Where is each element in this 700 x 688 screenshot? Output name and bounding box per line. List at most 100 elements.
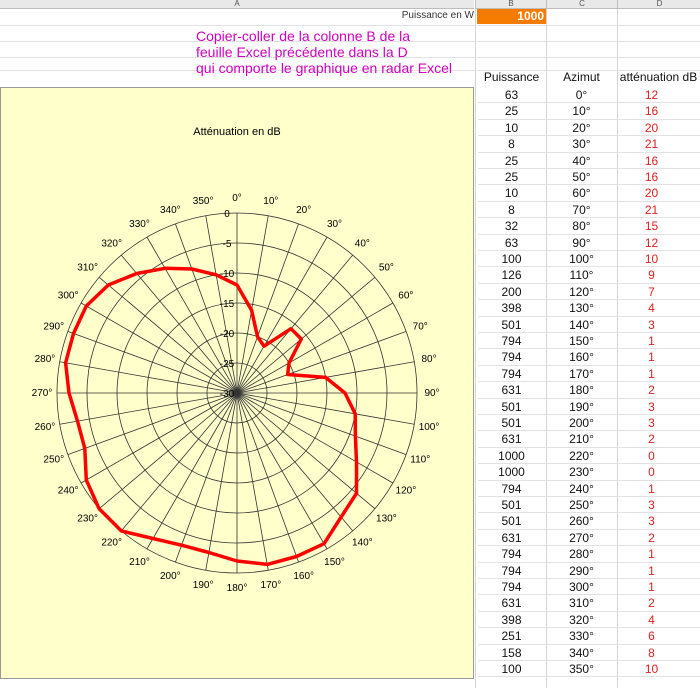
azimut-cell[interactable]: 30° bbox=[548, 136, 615, 152]
puissance-cell[interactable]: 631 bbox=[478, 530, 545, 546]
attenuation-cell[interactable]: 20 bbox=[618, 185, 685, 201]
puissance-cell[interactable]: 794 bbox=[478, 481, 545, 497]
azimut-cell[interactable]: 270° bbox=[548, 530, 615, 546]
azimut-cell[interactable]: 230° bbox=[548, 464, 615, 480]
attenuation-cell[interactable]: 1 bbox=[618, 366, 685, 382]
puissance-cell[interactable]: 398 bbox=[478, 612, 545, 628]
attenuation-cell[interactable]: 1 bbox=[618, 349, 685, 365]
puissance-cell[interactable]: 25 bbox=[478, 103, 545, 119]
puissance-cell[interactable]: 8 bbox=[478, 202, 545, 218]
puissance-cell[interactable]: 794 bbox=[478, 366, 545, 382]
attenuation-cell[interactable]: 0 bbox=[618, 464, 685, 480]
attenuation-cell[interactable]: 3 bbox=[618, 399, 685, 415]
attenuation-cell[interactable]: 21 bbox=[618, 202, 685, 218]
attenuation-cell[interactable]: 12 bbox=[618, 87, 685, 103]
attenuation-cell[interactable]: 2 bbox=[618, 530, 685, 546]
azimut-cell[interactable]: 40° bbox=[548, 153, 615, 169]
attenuation-cell[interactable]: 15 bbox=[618, 218, 685, 234]
azimut-cell[interactable]: 130° bbox=[548, 300, 615, 316]
puissance-cell[interactable]: 25 bbox=[478, 169, 545, 185]
azimut-cell[interactable]: 180° bbox=[548, 382, 615, 398]
azimut-cell[interactable]: 200° bbox=[548, 415, 615, 431]
puissance-cell[interactable]: 32 bbox=[478, 218, 545, 234]
azimut-cell[interactable]: 70° bbox=[548, 202, 615, 218]
puissance-cell[interactable]: 251 bbox=[478, 628, 545, 644]
puissance-cell[interactable]: 501 bbox=[478, 497, 545, 513]
attenuation-cell[interactable]: 6 bbox=[618, 628, 685, 644]
puissance-cell[interactable]: 158 bbox=[478, 645, 545, 661]
azimut-cell[interactable]: 290° bbox=[548, 563, 615, 579]
radar-chart[interactable]: Atténuation en dB 0 -5 -10 -15 -20 -25 -30 0° 1… bbox=[0, 87, 474, 679]
puissance-cell[interactable]: 501 bbox=[478, 399, 545, 415]
attenuation-cell[interactable]: 16 bbox=[618, 153, 685, 169]
attenuation-cell[interactable]: 10 bbox=[618, 661, 685, 677]
puissance-cell[interactable]: 100 bbox=[478, 661, 545, 677]
azimut-cell[interactable]: 240° bbox=[548, 481, 615, 497]
puissance-cell[interactable]: 794 bbox=[478, 333, 545, 349]
puissance-cell[interactable]: 10 bbox=[478, 120, 545, 136]
attenuation-cell[interactable]: 16 bbox=[618, 103, 685, 119]
azimut-cell[interactable]: 0° bbox=[548, 87, 615, 103]
attenuation-cell[interactable]: 8 bbox=[618, 645, 685, 661]
azimut-cell[interactable]: 20° bbox=[548, 120, 615, 136]
azimut-cell[interactable]: 260° bbox=[548, 513, 615, 529]
attenuation-cell[interactable]: 1 bbox=[618, 563, 685, 579]
attenuation-cell[interactable]: 2 bbox=[618, 431, 685, 447]
azimut-cell[interactable]: 220° bbox=[548, 448, 615, 464]
azimut-cell[interactable]: 210° bbox=[548, 431, 615, 447]
column-header-c[interactable]: C bbox=[546, 0, 617, 9]
puissance-cell[interactable]: 63 bbox=[478, 235, 545, 251]
puissance-cell[interactable]: 631 bbox=[478, 595, 545, 611]
attenuation-cell[interactable]: 3 bbox=[618, 415, 685, 431]
azimut-cell[interactable]: 320° bbox=[548, 612, 615, 628]
puissance-cell[interactable]: 631 bbox=[478, 431, 545, 447]
puissance-cell[interactable]: 200 bbox=[478, 284, 545, 300]
attenuation-cell[interactable]: 3 bbox=[618, 497, 685, 513]
attenuation-cell[interactable]: 16 bbox=[618, 169, 685, 185]
attenuation-cell[interactable]: 21 bbox=[618, 136, 685, 152]
attenuation-cell[interactable]: 1 bbox=[618, 579, 685, 595]
puissance-cell[interactable]: 631 bbox=[478, 382, 545, 398]
puissance-cell[interactable]: 794 bbox=[478, 349, 545, 365]
attenuation-cell[interactable]: 2 bbox=[618, 382, 685, 398]
attenuation-cell[interactable]: 0 bbox=[618, 448, 685, 464]
azimut-cell[interactable]: 60° bbox=[548, 185, 615, 201]
attenuation-cell[interactable]: 3 bbox=[618, 317, 685, 333]
attenuation-cell[interactable]: 20 bbox=[618, 120, 685, 136]
puissance-cell[interactable]: 8 bbox=[478, 136, 545, 152]
azimut-cell[interactable]: 50° bbox=[548, 169, 615, 185]
attenuation-cell[interactable]: 3 bbox=[618, 513, 685, 529]
puissance-cell[interactable]: 100 bbox=[478, 251, 545, 267]
puissance-cell[interactable]: 501 bbox=[478, 513, 545, 529]
azimut-cell[interactable]: 100° bbox=[548, 251, 615, 267]
azimut-cell[interactable]: 140° bbox=[548, 317, 615, 333]
puissance-cell[interactable]: 1000 bbox=[478, 448, 545, 464]
attenuation-cell[interactable]: 1 bbox=[618, 333, 685, 349]
azimut-cell[interactable]: 310° bbox=[548, 595, 615, 611]
azimut-cell[interactable]: 330° bbox=[548, 628, 615, 644]
attenuation-cell[interactable]: 10 bbox=[618, 251, 685, 267]
azimut-cell[interactable]: 90° bbox=[548, 235, 615, 251]
azimut-cell[interactable]: 110° bbox=[548, 267, 615, 283]
column-header-b[interactable]: B bbox=[475, 0, 546, 9]
azimut-cell[interactable]: 280° bbox=[548, 546, 615, 562]
attenuation-cell[interactable]: 7 bbox=[618, 284, 685, 300]
puissance-cell[interactable]: 1000 bbox=[478, 464, 545, 480]
azimut-cell[interactable]: 80° bbox=[548, 218, 615, 234]
azimut-cell[interactable]: 300° bbox=[548, 579, 615, 595]
azimut-cell[interactable]: 120° bbox=[548, 284, 615, 300]
attenuation-cell[interactable]: 1 bbox=[618, 546, 685, 562]
puissance-cell[interactable]: 501 bbox=[478, 415, 545, 431]
puissance-cell[interactable]: 501 bbox=[478, 317, 545, 333]
attenuation-cell[interactable]: 4 bbox=[618, 612, 685, 628]
attenuation-cell[interactable]: 2 bbox=[618, 595, 685, 611]
attenuation-cell[interactable]: 4 bbox=[618, 300, 685, 316]
attenuation-cell[interactable]: 12 bbox=[618, 235, 685, 251]
azimut-cell[interactable]: 340° bbox=[548, 645, 615, 661]
attenuation-cell[interactable]: 1 bbox=[618, 481, 685, 497]
column-header-d[interactable]: D bbox=[617, 0, 700, 9]
azimut-cell[interactable]: 350° bbox=[548, 661, 615, 677]
puissance-cell[interactable]: 63 bbox=[478, 87, 545, 103]
puissance-cell[interactable]: 10 bbox=[478, 185, 545, 201]
power-value-cell[interactable]: 1000 bbox=[477, 9, 546, 24]
